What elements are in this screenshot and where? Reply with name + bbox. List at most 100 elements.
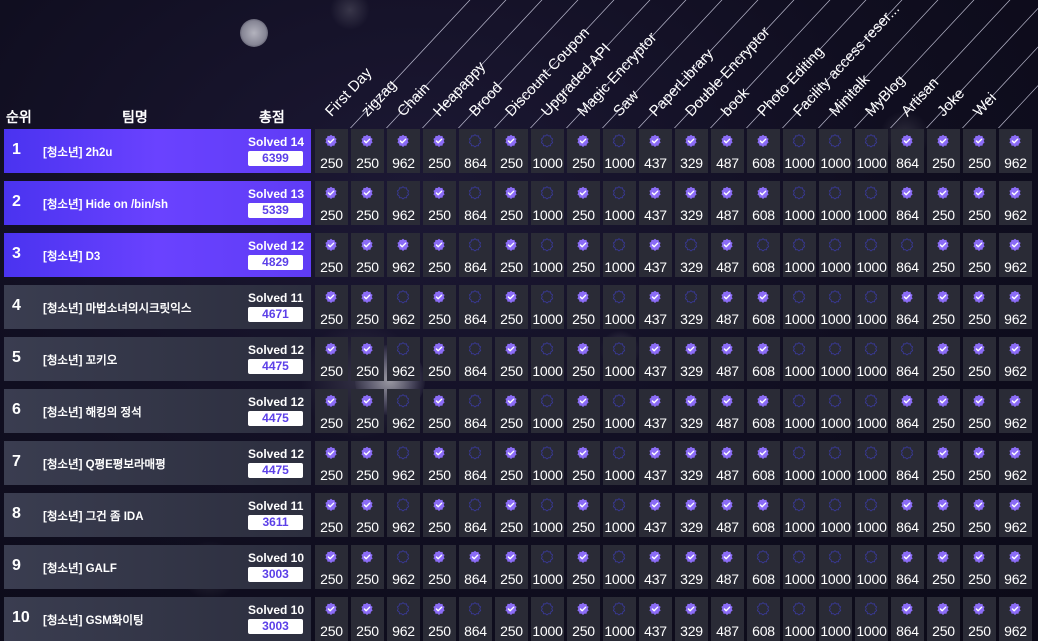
challenge-cell[interactable]: 864: [891, 233, 924, 277]
challenge-cell[interactable]: 250: [927, 389, 960, 433]
challenge-cell[interactable]: 250: [423, 181, 456, 225]
challenge-cell[interactable]: 250: [963, 389, 996, 433]
challenge-cell[interactable]: 250: [351, 441, 384, 485]
challenge-cell[interactable]: 864: [459, 493, 492, 537]
challenge-cell[interactable]: 437: [639, 233, 672, 277]
challenge-cell[interactable]: 1000: [819, 181, 852, 225]
challenge-cell[interactable]: 1000: [603, 285, 636, 329]
challenge-cell[interactable]: 864: [891, 181, 924, 225]
challenge-cell[interactable]: 1000: [855, 389, 888, 433]
challenge-cell[interactable]: 329: [675, 441, 708, 485]
challenge-cell[interactable]: 250: [351, 129, 384, 173]
challenge-cell[interactable]: 962: [999, 233, 1032, 277]
team-row[interactable]: 5 [청소년] 꼬키오 Solved 12 4475 250 250 962 250 864 25…: [4, 337, 1038, 381]
team-cell[interactable]: 2 [청소년] Hide on /bin/sh Solved 13 5339: [4, 181, 311, 225]
challenge-cell[interactable]: 437: [639, 181, 672, 225]
challenge-cell[interactable]: 250: [495, 597, 528, 641]
challenge-cell[interactable]: 962: [999, 493, 1032, 537]
challenge-cell[interactable]: 329: [675, 389, 708, 433]
challenge-cell[interactable]: 250: [927, 129, 960, 173]
challenge-cell[interactable]: 962: [999, 129, 1032, 173]
challenge-cell[interactable]: 864: [891, 389, 924, 433]
challenge-cell[interactable]: 250: [495, 545, 528, 589]
challenge-cell[interactable]: 250: [927, 181, 960, 225]
challenge-cell[interactable]: 962: [387, 181, 420, 225]
challenge-cell[interactable]: 487: [711, 545, 744, 589]
team-row[interactable]: 6 [청소년] 해킹의 정석 Solved 12 4475 250 250 962 250 86…: [4, 389, 1038, 433]
challenge-cell[interactable]: 250: [351, 337, 384, 381]
challenge-cell[interactable]: 250: [315, 389, 348, 433]
challenge-cell[interactable]: 1000: [783, 285, 816, 329]
challenge-cell[interactable]: 487: [711, 233, 744, 277]
team-row[interactable]: 7 [청소년] Q평E평보라매평 Solved 12 4475 250 250 962 250…: [4, 441, 1038, 485]
team-row[interactable]: 3 [청소년] D3 Solved 12 4829 250 250 962 250 864 250…: [4, 233, 1038, 277]
challenge-cell[interactable]: 608: [747, 337, 780, 381]
challenge-cell[interactable]: 608: [747, 181, 780, 225]
challenge-cell[interactable]: 1000: [819, 493, 852, 537]
team-cell[interactable]: 1 [청소년] 2h2u Solved 14 6399: [4, 129, 311, 173]
challenge-cell[interactable]: 1000: [855, 493, 888, 537]
challenge-cell[interactable]: 962: [387, 493, 420, 537]
challenge-cell[interactable]: 864: [891, 441, 924, 485]
challenge-cell[interactable]: 1000: [531, 545, 564, 589]
challenge-cell[interactable]: 250: [495, 285, 528, 329]
challenge-cell[interactable]: 437: [639, 337, 672, 381]
challenge-cell[interactable]: 1000: [783, 545, 816, 589]
team-row[interactable]: 10 [청소년] GSM화이팅 Solved 10 3003 250 250 962 250 8…: [4, 597, 1038, 641]
challenge-cell[interactable]: 250: [567, 545, 600, 589]
challenge-cell[interactable]: 250: [423, 597, 456, 641]
challenge-cell[interactable]: 1000: [783, 441, 816, 485]
challenge-cell[interactable]: 329: [675, 597, 708, 641]
challenge-cell[interactable]: 962: [387, 129, 420, 173]
challenge-cell[interactable]: 250: [423, 285, 456, 329]
challenge-cell[interactable]: 250: [315, 181, 348, 225]
challenge-cell[interactable]: 437: [639, 285, 672, 329]
challenge-cell[interactable]: 250: [315, 545, 348, 589]
challenge-cell[interactable]: 250: [567, 285, 600, 329]
challenge-cell[interactable]: 250: [495, 441, 528, 485]
challenge-cell[interactable]: 250: [927, 441, 960, 485]
challenge-cell[interactable]: 250: [351, 181, 384, 225]
challenge-cell[interactable]: 250: [495, 129, 528, 173]
challenge-cell[interactable]: 250: [567, 493, 600, 537]
challenge-cell[interactable]: 1000: [783, 337, 816, 381]
team-cell[interactable]: 6 [청소년] 해킹의 정석 Solved 12 4475: [4, 389, 311, 433]
challenge-cell[interactable]: 962: [999, 441, 1032, 485]
challenge-cell[interactable]: 250: [567, 389, 600, 433]
challenge-cell[interactable]: 250: [963, 597, 996, 641]
challenge-cell[interactable]: 1000: [783, 129, 816, 173]
challenge-cell[interactable]: 329: [675, 545, 708, 589]
team-cell[interactable]: 3 [청소년] D3 Solved 12 4829: [4, 233, 311, 277]
challenge-cell[interactable]: 250: [963, 181, 996, 225]
challenge-cell[interactable]: 1000: [855, 181, 888, 225]
challenge-cell[interactable]: 1000: [603, 389, 636, 433]
challenge-cell[interactable]: 329: [675, 337, 708, 381]
challenge-cell[interactable]: 250: [351, 233, 384, 277]
challenge-cell[interactable]: 1000: [783, 493, 816, 537]
challenge-cell[interactable]: 250: [423, 493, 456, 537]
challenge-cell[interactable]: 250: [927, 337, 960, 381]
challenge-cell[interactable]: 250: [423, 441, 456, 485]
challenge-cell[interactable]: 250: [963, 441, 996, 485]
challenge-cell[interactable]: 250: [927, 233, 960, 277]
challenge-cell[interactable]: 250: [423, 545, 456, 589]
challenge-cell[interactable]: 250: [567, 597, 600, 641]
challenge-cell[interactable]: 487: [711, 493, 744, 537]
challenge-cell[interactable]: 250: [423, 337, 456, 381]
challenge-cell[interactable]: 250: [927, 597, 960, 641]
challenge-cell[interactable]: 487: [711, 285, 744, 329]
challenge-cell[interactable]: 329: [675, 493, 708, 537]
challenge-cell[interactable]: 250: [927, 285, 960, 329]
challenge-cell[interactable]: 437: [639, 545, 672, 589]
challenge-cell[interactable]: 962: [387, 545, 420, 589]
challenge-cell[interactable]: 608: [747, 389, 780, 433]
team-cell[interactable]: 7 [청소년] Q평E평보라매평 Solved 12 4475: [4, 441, 311, 485]
challenge-cell[interactable]: 1000: [531, 441, 564, 485]
challenge-cell[interactable]: 962: [999, 285, 1032, 329]
challenge-cell[interactable]: 250: [927, 545, 960, 589]
challenge-cell[interactable]: 437: [639, 597, 672, 641]
challenge-cell[interactable]: 962: [999, 337, 1032, 381]
challenge-cell[interactable]: 487: [711, 181, 744, 225]
challenge-cell[interactable]: 1000: [819, 285, 852, 329]
challenge-cell[interactable]: 1000: [531, 337, 564, 381]
